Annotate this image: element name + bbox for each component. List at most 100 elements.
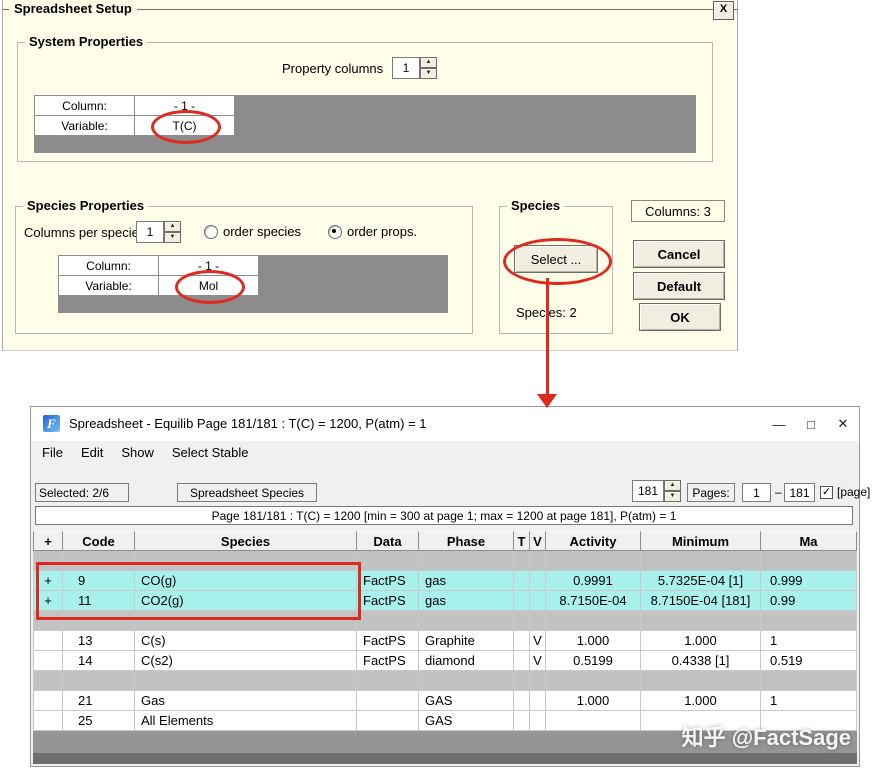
cell-code[interactable] (63, 611, 135, 631)
cell-minimum[interactable]: 1.000 (641, 631, 761, 651)
cell-plus[interactable] (33, 551, 63, 571)
cell-phase[interactable]: diamond (419, 651, 514, 671)
radio-unchecked-icon[interactable] (204, 224, 218, 239)
cell-minimum[interactable] (641, 551, 761, 571)
header-code[interactable]: Code (63, 531, 135, 551)
order-props-radio[interactable]: order props. (328, 224, 417, 239)
spin-up-icon[interactable]: ▲ (420, 57, 437, 68)
header-data[interactable]: Data (357, 531, 419, 551)
table-row[interactable] (33, 611, 857, 631)
spin-up-icon[interactable]: ▲ (664, 480, 681, 491)
cell-species[interactable] (135, 671, 357, 691)
cell-data[interactable] (357, 671, 419, 691)
cell-v[interactable] (530, 571, 546, 591)
window-titlebar[interactable]: F Spreadsheet - Equilib Page 181/181 : T… (31, 407, 859, 441)
cell-data[interactable]: FactPS (357, 591, 419, 611)
cell-code[interactable]: 21 (63, 691, 135, 711)
cell-species[interactable] (135, 551, 357, 571)
table-row[interactable]: 13 C(s) FactPS Graphite V 1.000 1.000 1 (33, 631, 857, 651)
menu-show[interactable]: Show (112, 441, 163, 465)
cell-t[interactable] (514, 631, 530, 651)
header-v[interactable]: V (530, 531, 546, 551)
cell-phase[interactable]: gas (419, 591, 514, 611)
cell-data[interactable]: FactPS (357, 651, 419, 671)
minimize-icon[interactable]: — (763, 407, 795, 441)
cell-v[interactable] (530, 711, 546, 731)
cell-maximum[interactable]: 0.99 (761, 591, 857, 611)
cell-code[interactable] (63, 551, 135, 571)
ok-button[interactable]: OK (639, 303, 721, 331)
cell-maximum[interactable]: 0.999 (761, 571, 857, 591)
cell-code[interactable]: 9 (63, 571, 135, 591)
cell-code[interactable] (63, 671, 135, 691)
header-maximum[interactable]: Ma (761, 531, 857, 551)
table-row[interactable]: 14 C(s2) FactPS diamond V 0.5199 0.4338 [1] 0.5… (33, 651, 857, 671)
cell-activity[interactable] (546, 671, 641, 691)
cell-maximum[interactable]: 1 (761, 631, 857, 651)
select-species-button[interactable]: Select ... (514, 245, 598, 273)
cell-data[interactable]: FactPS (357, 571, 419, 591)
spin-down-icon[interactable]: ▼ (164, 232, 181, 243)
cell-code[interactable]: 11 (63, 591, 135, 611)
spin-up-icon[interactable]: ▲ (164, 221, 181, 232)
cell-plus[interactable] (33, 631, 63, 651)
cell-minimum[interactable] (641, 671, 761, 691)
cell-data[interactable] (357, 711, 419, 731)
cell-activity[interactable] (546, 711, 641, 731)
cell-maximum[interactable]: 0.519 (761, 651, 857, 671)
default-button[interactable]: Default (633, 272, 725, 300)
cell-species[interactable]: Gas (135, 691, 357, 711)
cell-activity[interactable] (546, 551, 641, 571)
cell-plus[interactable] (33, 671, 63, 691)
cell-activity[interactable]: 1.000 (546, 631, 641, 651)
cell-phase[interactable]: GAS (419, 691, 514, 711)
cell-phase[interactable] (419, 611, 514, 631)
cell-minimum[interactable]: 8.7150E-04 [181] (641, 591, 761, 611)
cell-maximum[interactable]: 1 (761, 691, 857, 711)
page-spinner[interactable]: 181 ▲ ▼ (632, 480, 681, 502)
header-phase[interactable]: Phase (419, 531, 514, 551)
page-to-field[interactable]: 181 (784, 483, 815, 502)
spin-down-icon[interactable]: ▼ (664, 491, 681, 502)
cell-data[interactable] (357, 551, 419, 571)
cell-species[interactable]: CO2(g) (135, 591, 357, 611)
cell-v[interactable]: V (530, 631, 546, 651)
cell-t[interactable] (514, 711, 530, 731)
radio-checked-icon[interactable] (328, 224, 342, 239)
cell-phase[interactable] (419, 671, 514, 691)
maximize-icon[interactable]: □ (795, 407, 827, 441)
cell-v[interactable] (530, 691, 546, 711)
cell-plus[interactable] (33, 611, 63, 631)
bottom-scroll-strip[interactable] (33, 753, 857, 764)
cell-v[interactable]: V (530, 651, 546, 671)
close-icon[interactable]: X (713, 1, 734, 20)
cell-minimum[interactable]: 1.000 (641, 691, 761, 711)
cell-data[interactable] (357, 691, 419, 711)
cell-phase[interactable] (419, 551, 514, 571)
cell-t[interactable] (514, 691, 530, 711)
property-columns-spinner[interactable]: 1 ▲ ▼ (392, 57, 437, 79)
page-from-field[interactable]: 1 (742, 483, 771, 502)
system-row1-value[interactable]: - 1 - (134, 95, 235, 116)
cell-plus[interactable]: + (33, 571, 63, 591)
order-species-radio[interactable]: order species (204, 224, 301, 239)
page-spinner-value[interactable]: 181 (632, 480, 664, 502)
cell-maximum[interactable] (761, 551, 857, 571)
cell-activity[interactable] (546, 611, 641, 631)
cell-maximum[interactable] (761, 671, 857, 691)
cell-t[interactable] (514, 651, 530, 671)
cell-t[interactable] (514, 671, 530, 691)
cell-code[interactable]: 14 (63, 651, 135, 671)
header-t[interactable]: T (514, 531, 530, 551)
cell-code[interactable]: 25 (63, 711, 135, 731)
cancel-button[interactable]: Cancel (633, 240, 725, 268)
spreadsheet-species-button[interactable]: Spreadsheet Species (177, 483, 317, 502)
page-checkbox[interactable]: ✓ (820, 486, 833, 499)
table-row[interactable]: +11 CO2(g) FactPS gas 8.7150E-04 8.7150E-04 [… (33, 591, 857, 611)
header-activity[interactable]: Activity (546, 531, 641, 551)
table-row[interactable] (33, 551, 857, 571)
system-row2-value[interactable]: T(C) (134, 115, 235, 136)
cell-t[interactable] (514, 591, 530, 611)
cell-maximum[interactable] (761, 611, 857, 631)
cell-species[interactable]: C(s2) (135, 651, 357, 671)
